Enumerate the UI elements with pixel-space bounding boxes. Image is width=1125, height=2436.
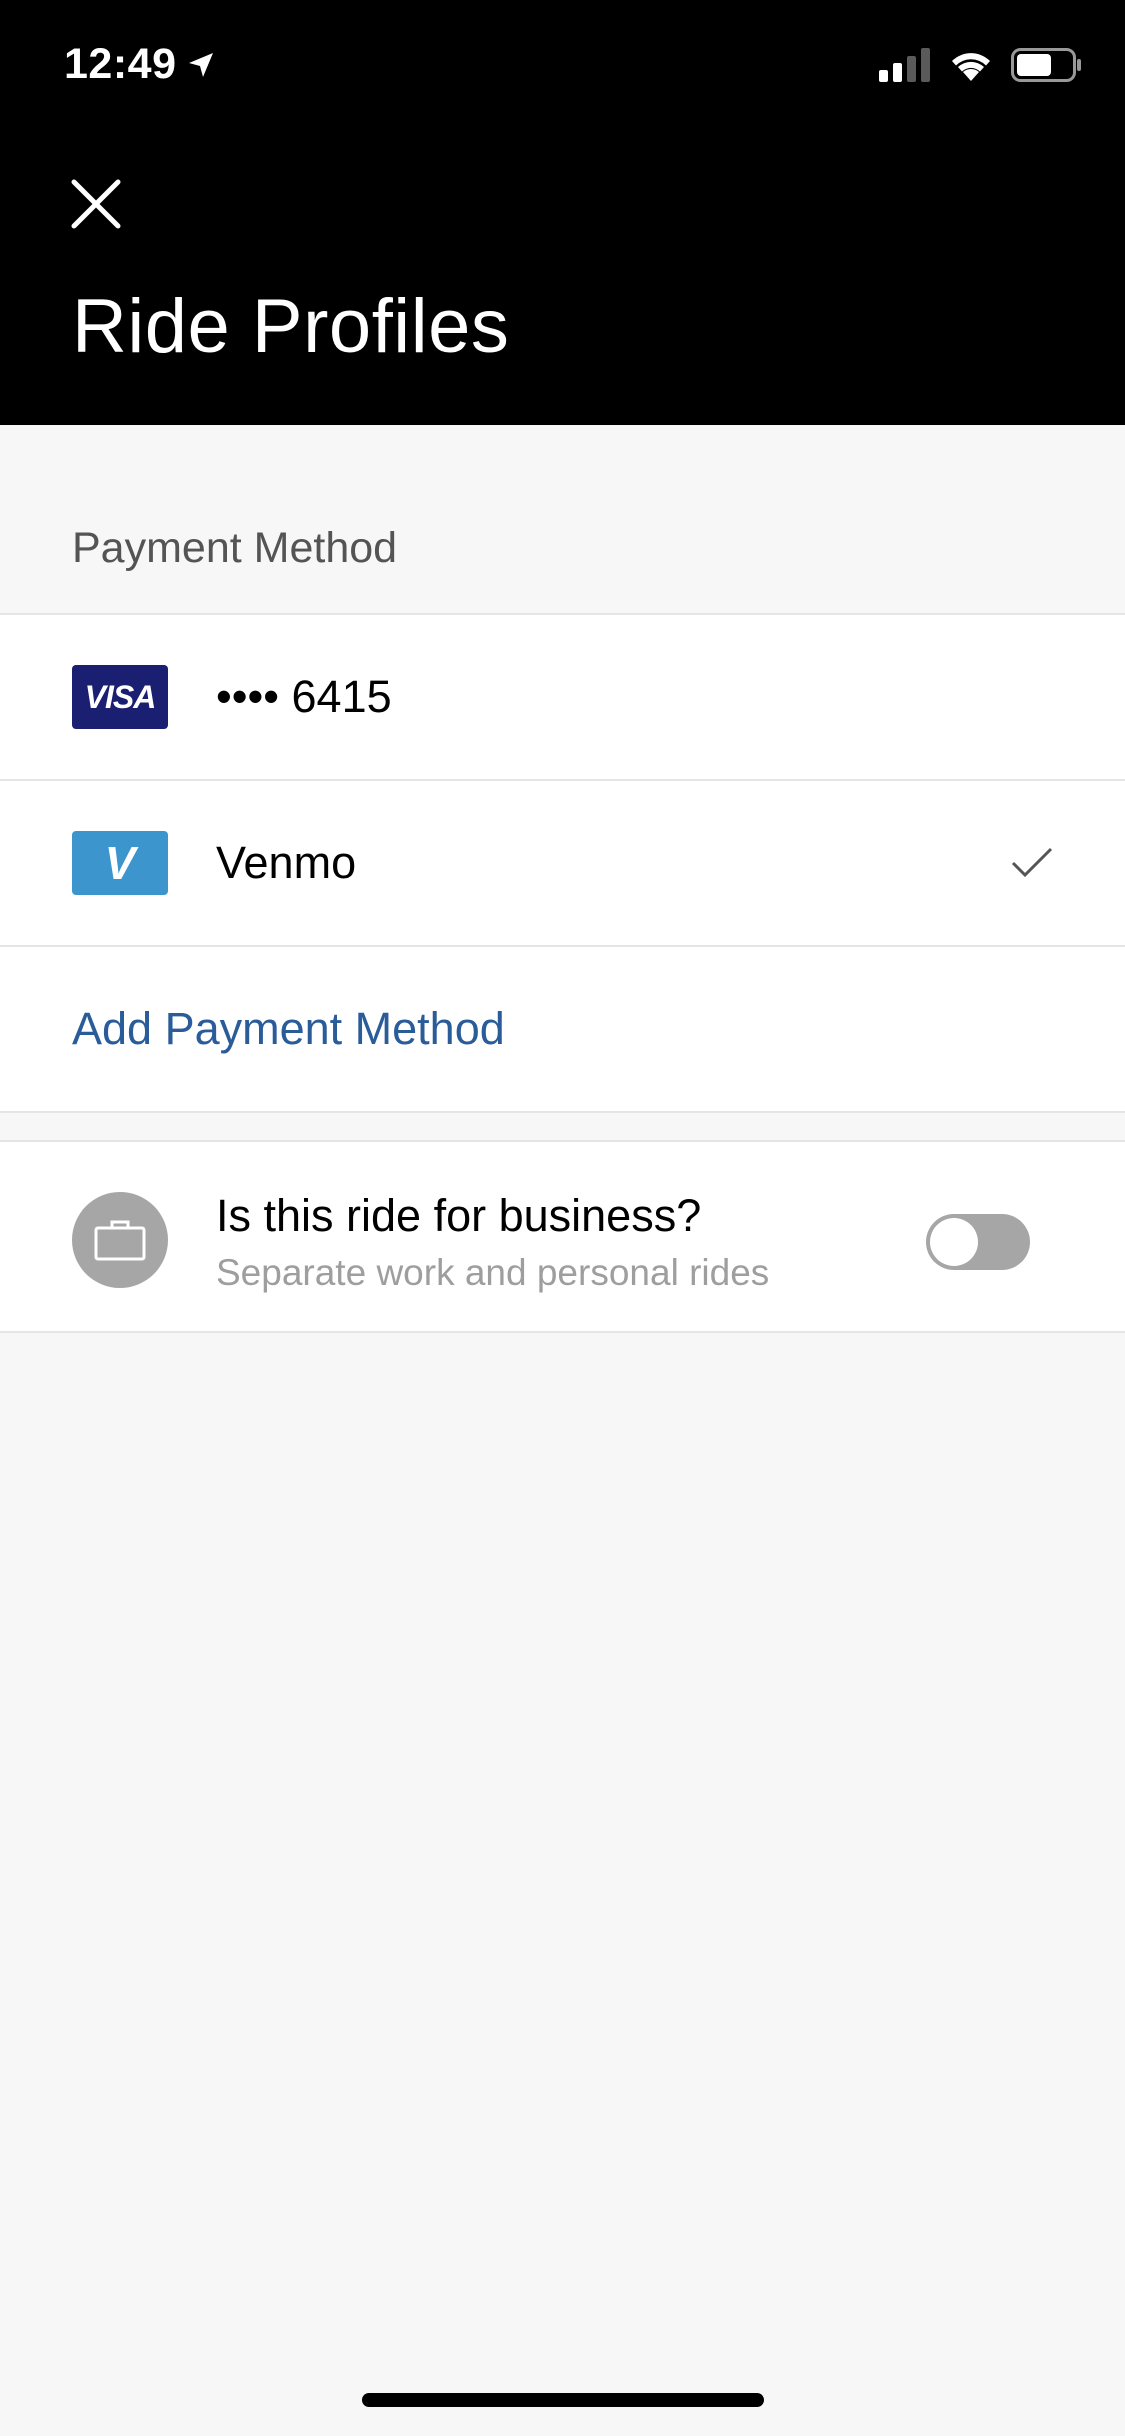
briefcase-avatar xyxy=(72,1192,168,1288)
close-icon xyxy=(71,179,121,229)
status-time: 12:49 xyxy=(64,40,216,89)
status-indicators xyxy=(879,48,1083,82)
payment-section-label: Payment Method xyxy=(72,524,398,572)
cellular-signal-icon xyxy=(879,48,930,82)
visa-card-icon: VISA xyxy=(72,665,168,729)
add-payment-method-link[interactable]: Add Payment Method xyxy=(72,1003,505,1055)
location-arrow-icon xyxy=(189,52,214,77)
briefcase-icon xyxy=(94,1220,146,1261)
visa-card-brand: VISA xyxy=(84,678,157,715)
header: 12:49 Ride Profiles xyxy=(0,0,1125,425)
business-toggle[interactable] xyxy=(926,1214,1030,1270)
home-indicator[interactable] xyxy=(362,2393,764,2407)
payment-method-venmo[interactable]: V Venmo xyxy=(0,781,1125,947)
page-title: Ride Profiles xyxy=(72,284,510,369)
wifi-icon xyxy=(952,53,990,81)
visa-card-label: •••• 6415 xyxy=(216,671,392,722)
battery-icon xyxy=(1011,48,1081,82)
business-subtitle: Separate work and personal rides xyxy=(216,1252,770,1293)
business-question: Is this ride for business? xyxy=(216,1190,702,1241)
business-profile-row: Is this ride for business? Separate work… xyxy=(0,1140,1125,1333)
payment-method-list: VISA •••• 6415 V Venmo Add Payment Metho… xyxy=(0,613,1125,1113)
venmo-brand: V xyxy=(104,837,136,889)
venmo-label: Venmo xyxy=(216,837,357,888)
toggle-knob xyxy=(930,1218,978,1266)
add-payment-method-row[interactable]: Add Payment Method xyxy=(0,947,1125,1113)
venmo-icon: V xyxy=(72,831,168,895)
status-time-text: 12:49 xyxy=(64,40,177,88)
payment-method-visa[interactable]: VISA •••• 6415 xyxy=(0,615,1125,781)
close-button[interactable] xyxy=(68,176,124,232)
checkmark-icon xyxy=(1011,847,1053,878)
